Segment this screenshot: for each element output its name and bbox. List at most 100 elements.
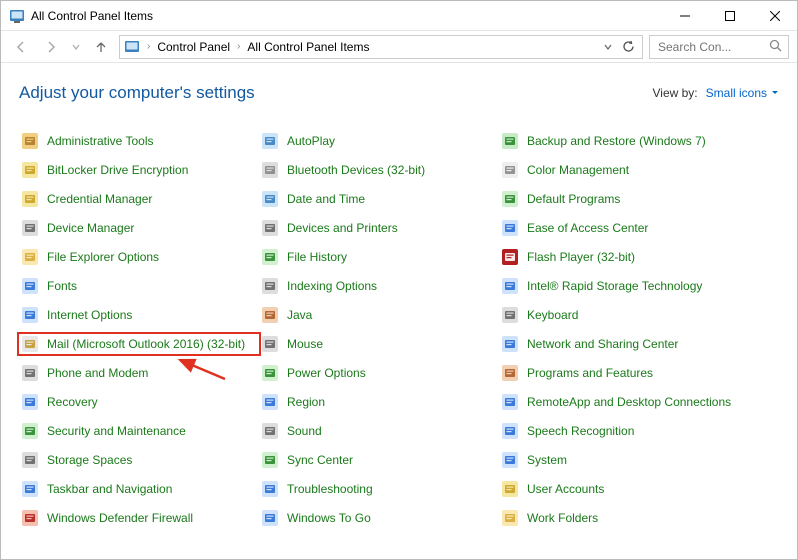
cpl-item-phone[interactable]: Phone and Modem <box>19 363 259 383</box>
cpl-item-printer[interactable]: Devices and Printers <box>259 218 499 238</box>
cpl-item-storage[interactable]: Storage Spaces <box>19 450 259 470</box>
cpl-item-remote[interactable]: RemoteApp and Desktop Connections <box>499 392 759 412</box>
cpl-item-folder-options[interactable]: File Explorer Options <box>19 247 259 267</box>
cpl-item-globe[interactable]: Internet Options <box>19 305 259 325</box>
cpl-item-link[interactable]: Programs and Features <box>527 366 653 380</box>
cpl-item-link[interactable]: Internet Options <box>47 308 132 322</box>
cpl-item-speech[interactable]: Speech Recognition <box>499 421 759 441</box>
forward-button[interactable] <box>39 35 63 59</box>
cpl-item-link[interactable]: File Explorer Options <box>47 250 159 264</box>
cpl-item-link[interactable]: BitLocker Drive Encryption <box>47 163 188 177</box>
cpl-item-link[interactable]: Credential Manager <box>47 192 152 206</box>
back-button[interactable] <box>9 35 33 59</box>
search-box[interactable] <box>649 35 789 59</box>
cpl-item-link[interactable]: Work Folders <box>527 511 598 525</box>
search-icon[interactable] <box>769 39 782 55</box>
cpl-item-link[interactable]: Power Options <box>287 366 366 380</box>
cpl-item-bitlocker[interactable]: BitLocker Drive Encryption <box>19 160 259 180</box>
cpl-item-power[interactable]: Power Options <box>259 363 499 383</box>
cpl-item-color[interactable]: Color Management <box>499 160 759 180</box>
cpl-item-link[interactable]: RemoteApp and Desktop Connections <box>527 395 731 409</box>
refresh-button[interactable] <box>618 37 638 57</box>
recent-dropdown[interactable] <box>69 35 83 59</box>
address-dropdown[interactable] <box>600 40 616 54</box>
cpl-item-link[interactable]: Device Manager <box>47 221 134 235</box>
cpl-item-taskbar[interactable]: Taskbar and Navigation <box>19 479 259 499</box>
cpl-item-intel[interactable]: Intel® Rapid Storage Technology <box>499 276 759 296</box>
cpl-item-link[interactable]: Bluetooth Devices (32-bit) <box>287 163 425 177</box>
cpl-item-link[interactable]: Color Management <box>527 163 629 177</box>
cpl-item-sound[interactable]: Sound <box>259 421 499 441</box>
cpl-item-workfolders[interactable]: Work Folders <box>499 508 759 528</box>
search-input[interactable] <box>656 39 765 55</box>
breadcrumb-control-panel[interactable]: Control Panel <box>155 40 232 54</box>
cpl-item-system[interactable]: System <box>499 450 759 470</box>
chevron-right-icon[interactable]: › <box>144 41 153 52</box>
cpl-item-link[interactable]: Taskbar and Navigation <box>47 482 172 496</box>
cpl-item-mouse[interactable]: Mouse <box>259 334 499 354</box>
cpl-item-backup[interactable]: Backup and Restore (Windows 7) <box>499 131 759 151</box>
cpl-item-flash[interactable]: Flash Player (32-bit) <box>499 247 759 267</box>
cpl-item-link[interactable]: Mail (Microsoft Outlook 2016) (32-bit) <box>47 337 245 351</box>
cpl-item-security[interactable]: Security and Maintenance <box>19 421 259 441</box>
cpl-item-link[interactable]: Mouse <box>287 337 323 351</box>
cpl-item-link[interactable]: Fonts <box>47 279 77 293</box>
cpl-item-recovery[interactable]: Recovery <box>19 392 259 412</box>
cpl-item-ease[interactable]: Ease of Access Center <box>499 218 759 238</box>
chevron-right-icon[interactable]: › <box>234 41 243 52</box>
cpl-item-link[interactable]: Security and Maintenance <box>47 424 186 438</box>
cpl-item-link[interactable]: Flash Player (32-bit) <box>527 250 635 264</box>
cpl-item-wtg[interactable]: Windows To Go <box>259 508 499 528</box>
cpl-item-link[interactable]: Troubleshooting <box>287 482 373 496</box>
cpl-item-link[interactable]: Network and Sharing Center <box>527 337 678 351</box>
cpl-item-link[interactable]: Keyboard <box>527 308 578 322</box>
cpl-item-troubleshoot[interactable]: Troubleshooting <box>259 479 499 499</box>
cpl-item-clock[interactable]: Date and Time <box>259 189 499 209</box>
cpl-item-tools[interactable]: Administrative Tools <box>19 131 259 151</box>
cpl-item-link[interactable]: File History <box>287 250 347 264</box>
cpl-item-link[interactable]: Region <box>287 395 325 409</box>
cpl-item-link[interactable]: Windows Defender Firewall <box>47 511 193 525</box>
cpl-item-users[interactable]: User Accounts <box>499 479 759 499</box>
cpl-item-link[interactable]: Storage Spaces <box>47 453 132 467</box>
cpl-item-link[interactable]: Date and Time <box>287 192 365 206</box>
close-button[interactable] <box>752 1 797 31</box>
cpl-item-link[interactable]: Default Programs <box>527 192 620 206</box>
breadcrumb-all-items[interactable]: All Control Panel Items <box>245 40 371 54</box>
cpl-item-java[interactable]: Java <box>259 305 499 325</box>
cpl-item-link[interactable]: Intel® Rapid Storage Technology <box>527 279 702 293</box>
cpl-item-firewall[interactable]: Windows Defender Firewall <box>19 508 259 528</box>
cpl-item-link[interactable]: Administrative Tools <box>47 134 154 148</box>
cpl-item-autoplay[interactable]: AutoPlay <box>259 131 499 151</box>
minimize-button[interactable] <box>662 1 707 31</box>
cpl-item-link[interactable]: Windows To Go <box>287 511 371 525</box>
cpl-item-programs[interactable]: Programs and Features <box>499 363 759 383</box>
cpl-item-link[interactable]: Java <box>287 308 312 322</box>
address-bar[interactable]: › Control Panel › All Control Panel Item… <box>119 35 643 59</box>
view-by-dropdown[interactable]: Small icons <box>706 86 779 100</box>
cpl-item-link[interactable]: Phone and Modem <box>47 366 148 380</box>
up-button[interactable] <box>89 35 113 59</box>
cpl-item-link[interactable]: Ease of Access Center <box>527 221 648 235</box>
cpl-item-history[interactable]: File History <box>259 247 499 267</box>
cpl-item-link[interactable]: User Accounts <box>527 482 604 496</box>
cpl-item-link[interactable]: Devices and Printers <box>287 221 398 235</box>
cpl-item-link[interactable]: Recovery <box>47 395 98 409</box>
cpl-item-link[interactable]: Speech Recognition <box>527 424 634 438</box>
cpl-item-indexing[interactable]: Indexing Options <box>259 276 499 296</box>
cpl-item-defaults[interactable]: Default Programs <box>499 189 759 209</box>
cpl-item-device-mgr[interactable]: Device Manager <box>19 218 259 238</box>
maximize-button[interactable] <box>707 1 752 31</box>
cpl-item-keyboard[interactable]: Keyboard <box>499 305 759 325</box>
cpl-item-link[interactable]: Sync Center <box>287 453 353 467</box>
cpl-item-link[interactable]: System <box>527 453 567 467</box>
cpl-item-network[interactable]: Network and Sharing Center <box>499 334 759 354</box>
cpl-item-credentials[interactable]: Credential Manager <box>19 189 259 209</box>
cpl-item-mail[interactable]: Mail (Microsoft Outlook 2016) (32-bit) <box>19 334 259 354</box>
cpl-item-region[interactable]: Region <box>259 392 499 412</box>
cpl-item-bluetooth[interactable]: Bluetooth Devices (32-bit) <box>259 160 499 180</box>
cpl-item-link[interactable]: Backup and Restore (Windows 7) <box>527 134 706 148</box>
cpl-item-link[interactable]: AutoPlay <box>287 134 335 148</box>
cpl-item-link[interactable]: Indexing Options <box>287 279 377 293</box>
cpl-item-link[interactable]: Sound <box>287 424 322 438</box>
